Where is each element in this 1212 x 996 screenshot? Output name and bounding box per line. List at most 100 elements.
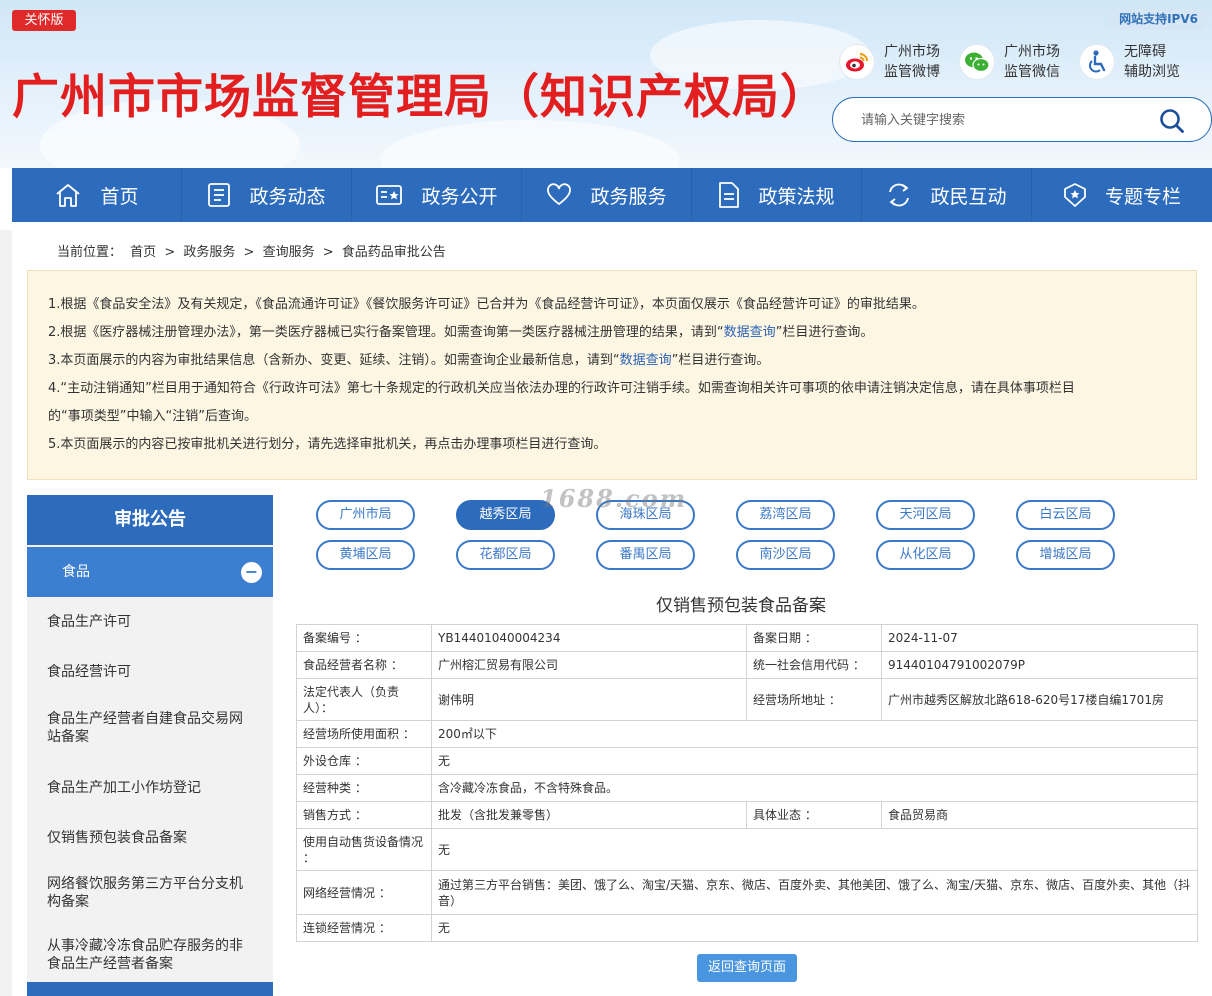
- table-row: 连锁经营情况 ： 无: [296, 914, 1198, 942]
- ipv6-badge: 网站支持IPV6: [1109, 9, 1208, 30]
- accessibility-icon: [1080, 45, 1114, 79]
- table-row: 经营场所使用面积 ： 200㎡以下: [296, 720, 1198, 748]
- operator-label: 食品经营者名称 ：: [296, 651, 432, 679]
- accessibility-link-line2: 辅助浏览: [1124, 64, 1180, 80]
- online-value: 通过第三方平台销售：美团、饿了么、淘宝/天猫、京东、微店、百度外卖、其他美团、饿…: [431, 870, 1198, 915]
- chain-label: 连锁经营情况 ：: [296, 914, 432, 942]
- nav-interaction[interactable]: 政民互动: [862, 168, 1032, 222]
- sidebar-item-website-filing[interactable]: 食品生产经营者自建食品交易网站备案: [47, 697, 273, 759]
- nav-open-govt[interactable]: 政务公开: [352, 168, 522, 222]
- care-version-badge[interactable]: 关怀版: [12, 10, 76, 31]
- vending-label: 使用自动售货设备情况 ：: [296, 828, 432, 871]
- nav-label: 政务动态: [249, 185, 326, 208]
- notice-line: 1.根据《食品安全法》及有关规定，《食品流通许可证》《餐饮服务许可证》已合并为《…: [48, 297, 925, 312]
- district-huadu[interactable]: 花都区局: [456, 540, 555, 570]
- district-guangzhou[interactable]: 广州市局: [316, 500, 415, 530]
- breadcrumb-separator: >: [243, 245, 255, 260]
- sidebar-category-label: 食品: [62, 564, 90, 580]
- nav-label: 政策法规: [758, 185, 835, 208]
- nav-label: 政民互动: [930, 185, 1007, 208]
- data-query-link[interactable]: 数据查询: [724, 325, 776, 340]
- table-row: 经营种类 ： 含冷藏冷冻食品，不含特殊食品。: [296, 774, 1198, 802]
- sidebar-next-section[interactable]: [27, 982, 273, 996]
- back-to-query-button[interactable]: 返回查询页面: [697, 954, 797, 982]
- sidebar-item-cold-storage-filing[interactable]: 从事冷藏冷冻食品贮存服务的非食品生产经营者备案: [47, 927, 273, 983]
- page-left-gutter: [0, 230, 12, 996]
- legal-rep-label: 法定代表人（负责人）：: [296, 678, 432, 721]
- watermark: 1688.com: [540, 484, 688, 513]
- notice-panel: 1.根据《食品安全法》及有关规定，《食品流通许可证》《餐饮服务许可证》已合并为《…: [27, 270, 1197, 480]
- sidebar-item-platform-branch-filing[interactable]: 网络餐饮服务第三方平台分支机构备案: [47, 859, 273, 927]
- filing-no-value: YB14401040004234: [431, 624, 747, 652]
- nav-news[interactable]: 政务动态: [182, 168, 352, 222]
- nav-home[interactable]: 首页: [12, 168, 182, 222]
- data-query-link[interactable]: 数据查询: [620, 353, 672, 368]
- breadcrumb-query[interactable]: 查询服务: [263, 245, 315, 260]
- collapse-icon[interactable]: −: [241, 562, 262, 583]
- table-row: 备案编号 ： YB14401040004234 备案日期 ： 2024-11-0…: [296, 624, 1198, 652]
- breadcrumb-services[interactable]: 政务服务: [183, 245, 235, 260]
- table-row: 外设仓库 ： 无: [296, 747, 1198, 775]
- main-nav: 首页 政务动态 政务公开 政务服务 政策法规 政民互动 专题专栏: [12, 168, 1212, 222]
- district-huangpu[interactable]: 黄埔区局: [316, 540, 415, 570]
- legal-rep-value: 谢伟明: [431, 678, 747, 721]
- news-icon: [208, 183, 231, 207]
- operator-value: 广州榕汇贸易有限公司: [431, 651, 747, 679]
- sidebar-category-food[interactable]: 食品 −: [27, 547, 273, 597]
- breadcrumb: 当前位置： 首页 > 政务服务 > 查询服务 > 食品药品审批公告: [57, 241, 450, 260]
- site-header: 关怀版 广州市市场监督管理局（知识产权局） 网站支持IPV6 广州市场 监管微博: [0, 0, 1212, 168]
- district-nansha[interactable]: 南沙区局: [736, 540, 835, 570]
- record-table: 备案编号 ： YB14401040004234 备案日期 ： 2024-11-0…: [296, 624, 1198, 942]
- heart-icon: [547, 183, 572, 206]
- search-input[interactable]: [861, 109, 1151, 131]
- sidebar-item-food-operation[interactable]: 食品经营许可: [47, 647, 273, 697]
- open-govt-icon: [376, 185, 403, 205]
- address-label: 经营场所地址 ：: [746, 678, 882, 721]
- nav-services[interactable]: 政务服务: [522, 168, 692, 222]
- wechat-link-line1: 广州市场: [1004, 44, 1060, 60]
- district-zengcheng[interactable]: 增城区局: [1016, 540, 1115, 570]
- sidebar-item-workshop-registration[interactable]: 食品生产加工小作坊登记: [47, 759, 273, 817]
- warehouse-value: 无: [431, 747, 1198, 775]
- breadcrumb-current: 食品药品审批公告: [341, 245, 446, 260]
- sidebar-item-prepackaged-filing[interactable]: 仅销售预包装食品备案: [47, 817, 273, 859]
- business-label: 具体业态 ：: [746, 801, 882, 829]
- wechat-link-line2: 监管微信: [1004, 64, 1060, 80]
- sidebar-item-food-production[interactable]: 食品生产许可: [47, 597, 273, 647]
- warehouse-label: 外设仓库 ：: [296, 747, 432, 775]
- nav-policies[interactable]: 政策法规: [692, 168, 862, 222]
- home-icon: [56, 184, 81, 207]
- sales-value: 批发（含批发兼零售）: [431, 801, 747, 829]
- breadcrumb-separator: >: [164, 245, 176, 260]
- accessibility-link[interactable]: 无障碍 辅助浏览: [1080, 42, 1180, 82]
- district-liwan[interactable]: 荔湾区局: [736, 500, 835, 530]
- search-button[interactable]: [1159, 108, 1185, 134]
- nav-topics[interactable]: 专题专栏: [1032, 168, 1212, 222]
- table-row: 法定代表人（负责人）： 谢伟明 经营场所地址 ： 广州市越秀区解放北路618-6…: [296, 678, 1198, 721]
- accessibility-link-line1: 无障碍: [1124, 44, 1166, 60]
- district-conghua[interactable]: 从化区局: [876, 540, 975, 570]
- sidebar-list: 食品生产许可 食品经营许可 食品生产经营者自建食品交易网站备案 食品生产加工小作…: [27, 597, 273, 983]
- filing-date-label: 备案日期 ：: [746, 624, 882, 652]
- address-value: 广州市越秀区解放北路618-620号17楼自编1701房: [881, 678, 1198, 721]
- notice-line: 3.本页面展示的内容为审批结果信息（含新办、变更、延续、注销）。如需查询企业最新…: [48, 353, 770, 368]
- sidebar: 审批公告 食品 − 食品生产许可 食品经营许可 食品生产经营者自建食品交易网站备…: [27, 495, 273, 996]
- wechat-link[interactable]: 广州市场 监管微信: [960, 42, 1060, 82]
- area-label: 经营场所使用面积 ：: [296, 720, 432, 748]
- district-baiyun[interactable]: 白云区局: [1016, 500, 1115, 530]
- table-row: 网络经营情况 ： 通过第三方平台销售：美团、饿了么、淘宝/天猫、京东、微店、百度…: [296, 870, 1198, 915]
- chain-value: 无: [431, 914, 1198, 942]
- district-tianhe[interactable]: 天河区局: [876, 500, 975, 530]
- document-icon: [719, 182, 740, 208]
- nav-label: 专题专栏: [1104, 185, 1181, 208]
- weibo-link-line1: 广州市场: [884, 44, 940, 60]
- sidebar-title: 审批公告: [27, 495, 273, 545]
- search-icon: [1160, 109, 1184, 133]
- district-panyu[interactable]: 番禺区局: [596, 540, 695, 570]
- breadcrumb-home[interactable]: 首页: [130, 245, 156, 260]
- weibo-link[interactable]: 广州市场 监管微博: [840, 42, 940, 82]
- credit-code-label: 统一社会信用代码 ：: [746, 651, 882, 679]
- table-row: 使用自动售货设备情况 ： 无: [296, 828, 1198, 871]
- search-box: [832, 97, 1212, 142]
- filing-no-label: 备案编号 ：: [296, 624, 432, 652]
